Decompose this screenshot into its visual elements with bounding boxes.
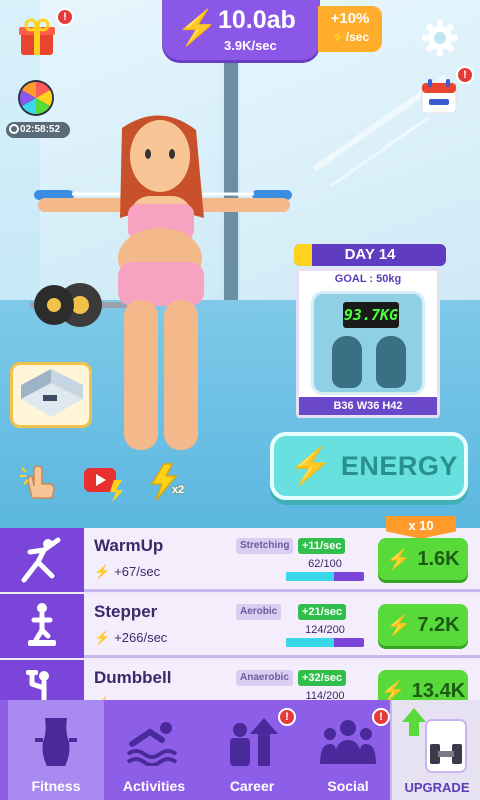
body-measurements: B36 W36 H42 <box>299 397 437 415</box>
tab-fitness[interactable]: Fitness <box>8 700 104 800</box>
buy-warmup-button[interactable]: ⚡ 1.6K <box>378 538 468 580</box>
calendar-icon <box>421 79 457 114</box>
anaerobic-icon <box>0 660 84 700</box>
alert-badge: ! <box>56 8 74 26</box>
x2-label: x2 <box>172 484 185 496</box>
spin-wheel-button[interactable] <box>14 76 58 120</box>
exercise-progress-text: 62/100 <box>308 558 342 570</box>
calendar-button[interactable]: ! <box>416 66 474 120</box>
exercise-row-warmup[interactable]: WarmUp ⚡ +67/sec Stretching +11/sec 62/10… <box>0 528 480 592</box>
lightning-icon: ⚡ <box>288 445 333 486</box>
gift-button[interactable]: ! <box>14 8 74 60</box>
gear-icon <box>422 20 458 56</box>
lightning-icon: ⚡ <box>386 548 412 571</box>
lightning-icon: ⚡ <box>94 630 111 645</box>
exercise-category: Anaerobic <box>236 670 293 686</box>
timer-chip: 02:58:52 <box>6 122 70 138</box>
goal-label: GOAL : 50kg <box>334 273 402 285</box>
day-header: DAY 14 <box>294 244 446 266</box>
exercise-name: Stepper <box>94 602 158 621</box>
lightning-icon: ⚡ <box>386 614 412 637</box>
exercise-name: Dumbbell <box>94 668 172 687</box>
exercise-rate: +266/sec <box>114 630 168 645</box>
energy-value: 10.0ab <box>218 6 296 34</box>
nav-label: Activities <box>122 778 186 794</box>
scale-reading: 93.7KG <box>343 302 399 328</box>
buy-stepper-button[interactable]: ⚡ 7.2K <box>378 604 468 646</box>
energy-counter: ⚡ 10.0ab 3.9K/sec <box>162 0 320 60</box>
scale-panel: GOAL : 50kg 93.7KG B36 W36 H42 <box>296 268 440 418</box>
nav-label: Fitness <box>31 778 81 794</box>
dumbbell-figure-icon <box>26 670 49 700</box>
alert-badge: ! <box>456 66 474 84</box>
exercise-bonus: +21/sec <box>298 604 347 620</box>
buy-dumbbell-button[interactable]: ⚡ 13.4K <box>378 670 468 700</box>
upgrade-button[interactable]: UPGRADE <box>390 700 480 800</box>
alert-badge: ! <box>278 708 296 726</box>
exercise-progress-fill <box>286 572 335 581</box>
footprint-icon <box>376 336 406 388</box>
nav-label: Social <box>327 778 369 794</box>
bonus-indicator[interactable]: +10% ⚡/sec <box>318 6 382 52</box>
energy-button[interactable]: ⚡ ENERGY <box>270 432 468 500</box>
exercise-progress-bar <box>286 638 364 647</box>
exercise-category: Aerobic <box>236 604 282 620</box>
video-boost-button[interactable] <box>82 462 122 502</box>
lightning-icon: ⚡ <box>176 9 219 47</box>
bonus-percent: +10% <box>330 10 370 27</box>
video-ad-icon <box>84 468 122 502</box>
exercise-name: WarmUp <box>94 536 164 555</box>
energy-button-label: ENERGY <box>340 450 458 481</box>
bonus-per-sec: /sec <box>345 30 370 44</box>
lightning-icon: ⚡ <box>94 564 111 579</box>
spin-wheel-icon <box>18 80 54 116</box>
upgrade-label: UPGRADE <box>404 780 470 795</box>
exercise-list[interactable]: WarmUp ⚡ +67/sec Stretching +11/sec 62/10… <box>0 528 480 700</box>
career-growth-icon <box>230 718 278 766</box>
lightning-x2-icon <box>150 463 178 501</box>
exercise-category: Stretching <box>236 538 294 554</box>
clock-icon <box>9 124 19 134</box>
buy-cost: 1.6K <box>417 547 460 570</box>
tap-hand-icon <box>20 465 55 499</box>
tap-boost-button[interactable] <box>18 462 58 502</box>
settings-button[interactable] <box>418 16 462 60</box>
exercise-rate: +67/sec <box>114 564 161 579</box>
group-people-icon <box>320 720 376 764</box>
timer-value: 02:58:52 <box>20 124 61 135</box>
exercise-row-dumbbell[interactable]: Dumbbell ⚡ Anaerobic +32/sec 114/200 ⚡ 1… <box>0 660 480 700</box>
tab-activities[interactable]: Activities <box>106 700 202 800</box>
exercise-progress-bar <box>286 572 364 581</box>
day-label: DAY 14 <box>344 246 396 263</box>
upgrade-arrow-icon <box>402 708 467 773</box>
gift-icon <box>19 18 55 55</box>
energy-rate: 3.9K/sec <box>224 38 277 53</box>
alert-badge: ! <box>372 708 390 726</box>
x2-boost-button[interactable]: x2 <box>146 462 186 502</box>
stretching-icon <box>0 528 84 592</box>
day-progress-card[interactable]: DAY 14 GOAL : 50kg 93.7KG B36 W36 H42 <box>294 244 446 420</box>
aerobic-icon <box>0 594 84 658</box>
day-progress-bar <box>294 244 313 266</box>
tab-career[interactable]: Career ! <box>204 700 300 800</box>
lightning-icon: ⚡ <box>330 30 346 44</box>
exercise-bonus: +11/sec <box>298 538 346 554</box>
lightning-icon: ⚡ <box>380 680 406 701</box>
exercise-progress-text: 114/200 <box>305 690 345 700</box>
exercise-progress-text: 124/200 <box>305 624 345 636</box>
character <box>34 115 292 450</box>
buy-cost: 13.4K <box>411 679 466 701</box>
body-icon <box>35 718 77 766</box>
footprint-icon <box>332 336 362 388</box>
stepper-figure-icon <box>28 603 56 646</box>
nav-label: Career <box>229 778 275 794</box>
stretch-figure-icon <box>21 537 61 583</box>
exercise-bonus: +32/sec <box>298 670 347 686</box>
bathroom-scale-icon: 93.7KG <box>311 291 425 395</box>
exercise-progress-fill <box>286 638 335 647</box>
buy-cost: 7.2K <box>417 613 460 636</box>
swimmer-icon <box>126 722 178 766</box>
tab-social[interactable]: Social ! <box>300 700 396 800</box>
exercise-row-stepper[interactable]: Stepper ⚡ +266/sec Aerobic +21/sec 124/20… <box>0 594 480 658</box>
